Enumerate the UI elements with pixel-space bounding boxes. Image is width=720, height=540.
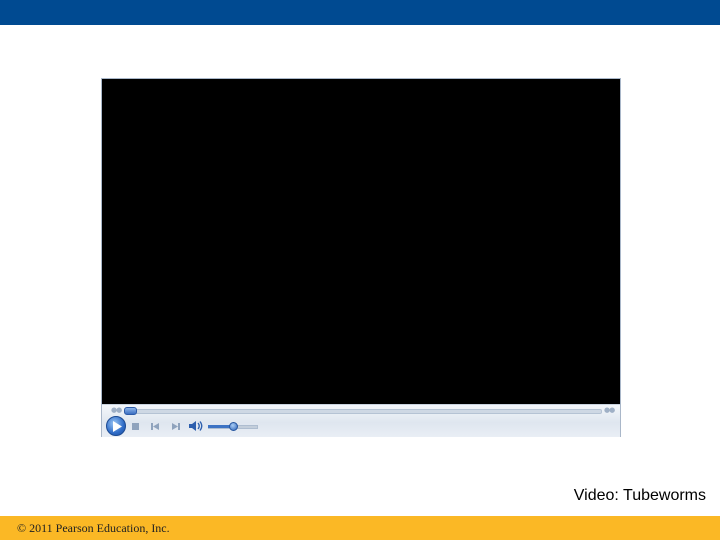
- footer-bar: © 2011 Pearson Education, Inc.: [0, 516, 720, 540]
- volume-thumb[interactable]: [228, 422, 238, 431]
- video-caption: Video: Tubeworms: [573, 487, 706, 504]
- copyright-text: © 2011 Pearson Education, Inc.: [17, 521, 170, 535]
- seek-bar-row: ●● ●●: [102, 406, 620, 415]
- transport-buttons: [102, 415, 620, 437]
- stop-icon: [132, 423, 139, 430]
- mute-button[interactable]: [188, 419, 203, 433]
- next-track-icon: [172, 423, 180, 430]
- play-button[interactable]: [106, 416, 126, 436]
- forward-dots-icon[interactable]: ●●: [604, 407, 615, 414]
- stop-button[interactable]: [129, 419, 143, 433]
- media-player: ●● ●●: [101, 78, 621, 437]
- video-screen[interactable]: [102, 79, 620, 404]
- speaker-icon: [189, 421, 203, 431]
- top-banner: [0, 0, 720, 25]
- next-button[interactable]: [169, 419, 183, 433]
- seek-bar[interactable]: [124, 409, 602, 414]
- previous-track-icon: [151, 423, 159, 430]
- rewind-dots-icon[interactable]: ●●: [111, 407, 122, 414]
- player-controls: ●● ●●: [102, 404, 620, 437]
- play-icon: [113, 421, 122, 432]
- seek-thumb[interactable]: [124, 407, 137, 415]
- previous-button[interactable]: [148, 419, 162, 433]
